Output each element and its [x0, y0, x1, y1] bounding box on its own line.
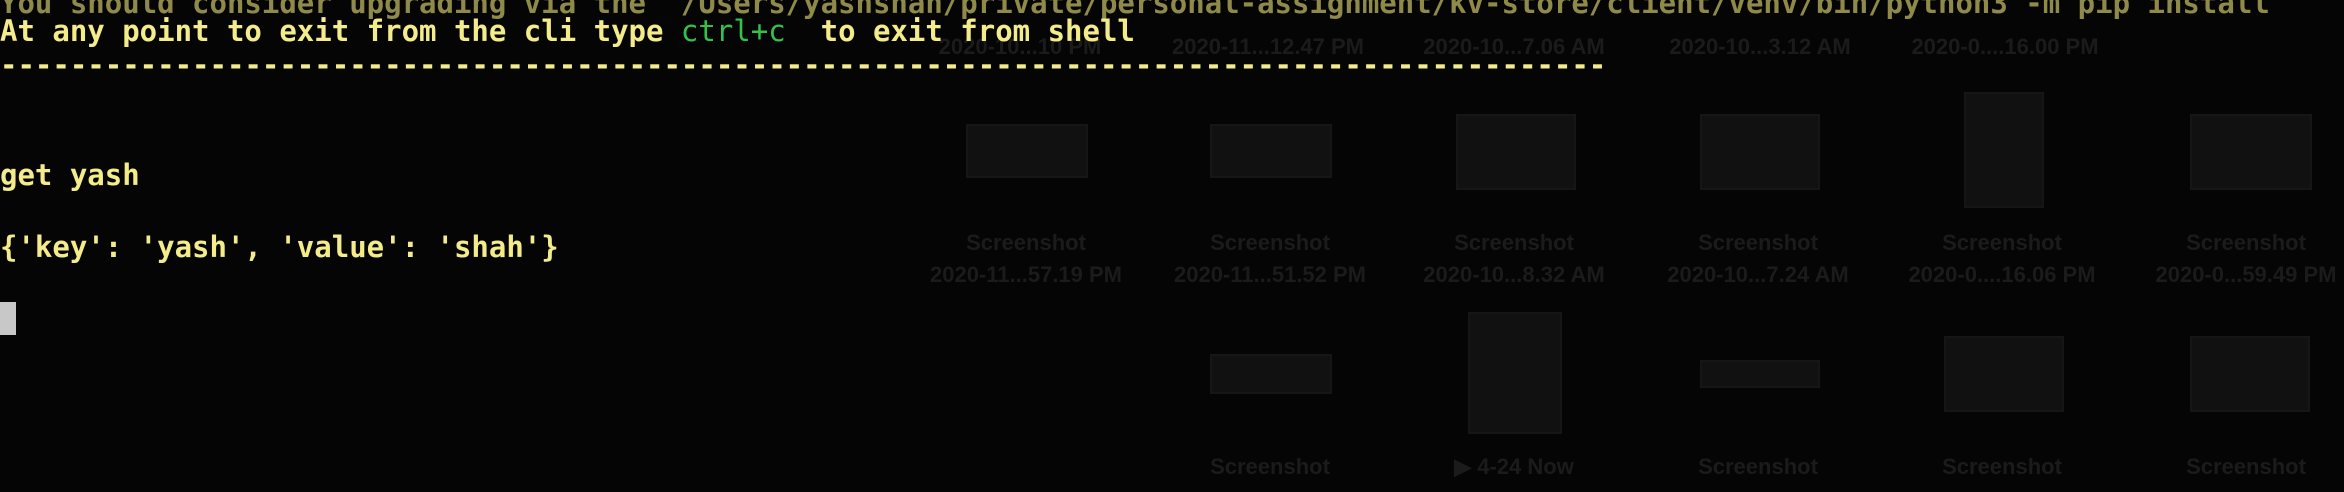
desktop-icon-label: 2020-0...59.49 PM: [2155, 262, 2337, 287]
screenshot-thumbnail: [1700, 114, 1820, 190]
exit-instructions-suffix: to exit from shell: [785, 14, 1135, 48]
exit-key-hint: ctrl+c: [680, 14, 786, 48]
desktop-icon-label: 2020-10...3.12 AM: [1669, 34, 1851, 59]
desktop-icon-label: Screenshot: [1942, 454, 2062, 479]
screenshot-thumbnail: [2190, 114, 2312, 190]
text-cursor[interactable]: [0, 302, 16, 335]
desktop-icon-label: 2020-10...8.32 AM: [1423, 262, 1605, 287]
screenshot-thumbnail: [966, 124, 1088, 178]
screenshot-thumbnail: [1210, 124, 1332, 178]
screenshot-thumbnail: [1456, 114, 1576, 190]
screenshot-thumbnail: [1944, 336, 2064, 412]
desktop-icon-label: Screenshot: [1698, 454, 1818, 479]
desktop-icon-label: Screenshot: [1942, 230, 2062, 255]
desktop-icon-label: Screenshot: [1210, 454, 1330, 479]
video-thumbnail: [1468, 312, 1562, 434]
desktop-icon-label: 2020-0....16.00 PM: [1911, 34, 2099, 59]
command-output: {'key': 'yash', 'value': 'shah'}: [0, 230, 559, 264]
exit-instructions-prefix: At any point to exit from the cli type: [0, 14, 681, 48]
screenshot-thumbnail: [1964, 92, 2044, 208]
separator-line: ----------------------------------------…: [0, 48, 1607, 82]
desktop-icon-label: Screenshot: [966, 230, 1086, 255]
desktop-icon-label: Screenshot: [1698, 230, 1818, 255]
desktop-icon-label: Screenshot: [1454, 230, 1574, 255]
terminal-window[interactable]: 2020-10...10 PM 2020-11...12.47 PM 2020-…: [0, 0, 2344, 492]
screenshot-thumbnail: [2190, 336, 2310, 412]
exit-instructions: At any point to exit from the cli type c…: [0, 14, 1135, 48]
desktop-icon-label: 2020-11...57.19 PM: [929, 262, 1123, 287]
screenshot-thumbnail: [1700, 360, 1820, 388]
command-line: get yash: [0, 158, 140, 192]
screenshot-thumbnail: [1210, 354, 1332, 394]
desktop-icon-label: 2020-11...51.52 PM: [1173, 262, 1367, 287]
desktop-icon-label: Screenshot: [2186, 230, 2306, 255]
desktop-icon-label: 2020-10...7.24 AM: [1667, 262, 1849, 287]
desktop-icon-label: 2020-0....16.06 PM: [1908, 262, 2096, 287]
desktop-icon-label: ▶ 4-24 Now: [1454, 454, 1574, 479]
desktop-icon-label: Screenshot: [2186, 454, 2306, 479]
desktop-icon-label: Screenshot: [1210, 230, 1330, 255]
